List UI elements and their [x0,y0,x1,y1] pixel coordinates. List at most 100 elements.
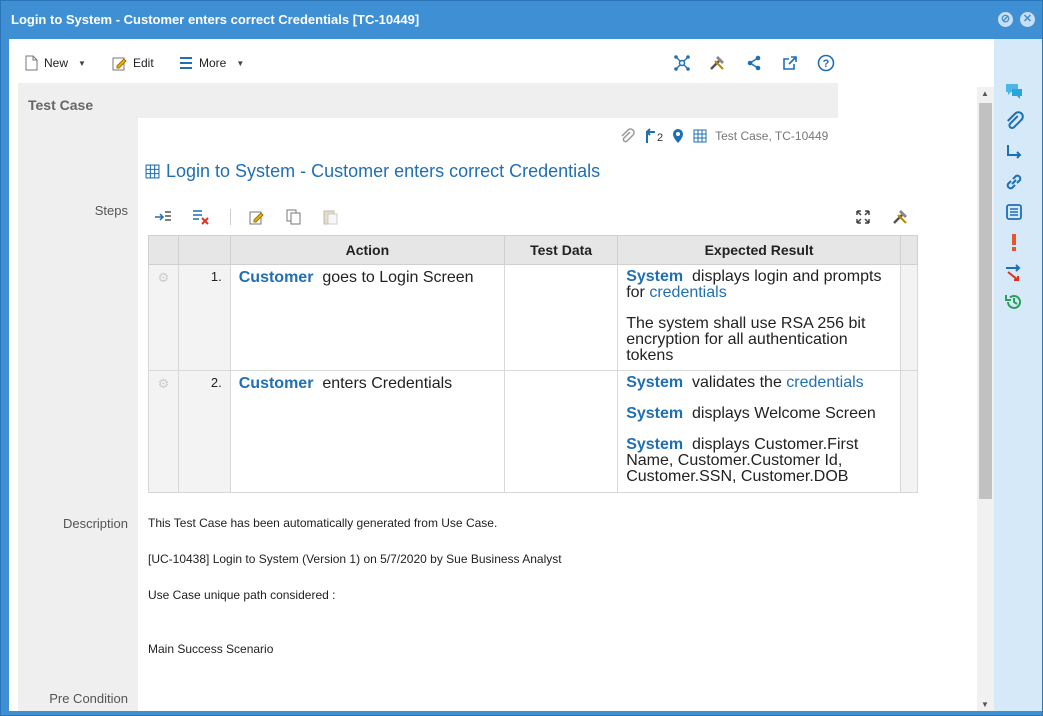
action-text: goes to Login Screen [322,269,474,286]
chevron-down-icon: ▼ [236,58,245,68]
table-row[interactable]: ⚙ 1. Customer goes to Login Screen Syste… [148,264,919,371]
header-pad [899,235,919,265]
network-icon[interactable] [672,53,692,73]
test-data-cell[interactable] [503,264,619,371]
edit-icon [112,57,127,70]
edit-button[interactable]: Edit [112,53,154,73]
step-number: 1. [177,264,231,371]
minimize-icon[interactable]: ⊘ [998,12,1013,27]
location-pin-icon[interactable] [671,128,685,144]
table-header-row: Action Test Data Expected Result [148,235,919,265]
scrollbar[interactable]: ▲ ▼ [977,87,994,711]
paste-icon[interactable] [320,207,340,227]
trace-arrow-icon[interactable] [1002,140,1026,164]
edit-step-icon[interactable] [246,207,266,227]
action-actor[interactable]: Customer [239,375,314,392]
menu-icon [180,57,192,69]
expected-text: validates the [692,374,782,391]
test-case-title: Login to System - Customer enters correc… [166,161,601,181]
notes-icon[interactable] [1002,200,1026,224]
row-pad [899,264,919,371]
row-gear-icon[interactable]: ⚙ [148,370,179,493]
delete-step-icon[interactable] [191,207,211,227]
title-bar: Login to System - Customer enters correc… [1,1,1042,39]
action-cell[interactable]: Customer goes to Login Screen [229,264,505,371]
scroll-up-icon[interactable]: ▲ [981,89,989,98]
item-type-id: Test Case, TC-10449 [715,129,829,143]
page-title: Login to System - Customer enters correc… [145,161,600,182]
expected-actor[interactable]: System [626,405,683,422]
description-line: This Test Case has been automatically ge… [148,516,498,530]
svg-text:?: ? [823,58,830,70]
meta-row: 2 Test Case, TC-10449 [619,127,828,145]
action-actor[interactable]: Customer [239,269,314,286]
tools-icon[interactable] [707,53,727,73]
expected-actor[interactable]: System [626,374,683,391]
open-external-icon[interactable] [780,53,800,73]
expected-result-cell[interactable]: System validates the credentials System … [617,370,901,493]
impact-icon[interactable] [1002,260,1026,284]
edit-button-label: Edit [133,56,154,70]
section-title: Test Case [28,97,94,113]
header-action: Action [229,235,505,265]
action-cell[interactable]: Customer enters Credentials [229,370,505,493]
more-button-label: More [199,56,227,70]
expected-actor[interactable]: System [626,268,683,285]
history-icon[interactable] [1002,290,1026,314]
pre-condition-label: Pre Condition [49,691,128,706]
header-number [177,235,231,265]
close-icon[interactable]: ✕ [1020,12,1035,27]
action-text: enters Credentials [322,375,453,392]
header-test-data: Test Data [503,235,619,265]
attachment-icon[interactable] [619,128,635,144]
expected-text: displays Welcome Screen [692,405,876,422]
main-content: New ▼ Edit More ▼ ? Test Case 2 Test Cas… [9,39,994,711]
relations-count: 2 [657,132,664,144]
link-icon[interactable] [1002,170,1026,194]
step-number: 2. [177,370,231,493]
steps-table: Action Test Data Expected Result ⚙ 1. Cu… [148,235,919,493]
new-button[interactable]: New ▼ [25,53,86,73]
test-data-cell[interactable] [503,370,619,493]
right-sidebar [994,39,1042,711]
insert-step-icon[interactable] [153,207,173,227]
toolbar-divider [230,209,231,225]
steps-label: Steps [94,203,128,218]
row-pad [899,370,919,493]
copy-icon[interactable] [283,207,303,227]
scroll-down-icon[interactable]: ▼ [981,700,989,709]
new-button-label: New [44,56,69,70]
expected-text: The system shall use RSA 256 bit encrypt… [626,315,866,364]
window-title: Login to System - Customer enters correc… [11,12,420,27]
comments-icon[interactable] [1002,79,1026,103]
expected-result-cell[interactable]: System displays login and prompts for cr… [617,264,901,371]
description-line: [UC-10438] Login to System (Version 1) o… [148,552,562,566]
expand-icon[interactable] [853,207,873,227]
expected-actor[interactable]: System [626,436,683,453]
steps-toolbar [153,207,923,227]
header-expected-result: Expected Result [617,235,901,265]
test-case-window: Login to System - Customer enters correc… [0,0,1043,716]
attachment-icon[interactable] [1002,109,1026,133]
more-button[interactable]: More ▼ [179,53,244,73]
chevron-down-icon: ▼ [78,58,86,68]
relations-indicator[interactable]: 2 [643,128,663,144]
toolbar: New ▼ Edit More ▼ ? [9,39,994,83]
new-document-icon [25,55,38,71]
section-header: Test Case [18,83,838,118]
help-icon[interactable]: ? [816,53,836,73]
description-label: Description [62,516,128,531]
row-gear-icon[interactable]: ⚙ [148,264,179,371]
description-line: Use Case unique path considered : [148,588,336,602]
credentials-link[interactable]: credentials [786,374,863,391]
share-icon[interactable] [744,53,764,73]
credentials-link[interactable]: credentials [649,284,726,301]
alert-icon[interactable] [1002,230,1026,254]
table-row[interactable]: ⚙ 2. Customer enters Credentials System … [148,370,919,493]
description-line: Main Success Scenario [148,642,274,656]
tools-icon[interactable] [890,207,910,227]
grid-icon [693,129,707,143]
relations-icon [646,128,655,143]
header-gear [148,235,179,265]
scroll-thumb[interactable] [979,103,992,499]
